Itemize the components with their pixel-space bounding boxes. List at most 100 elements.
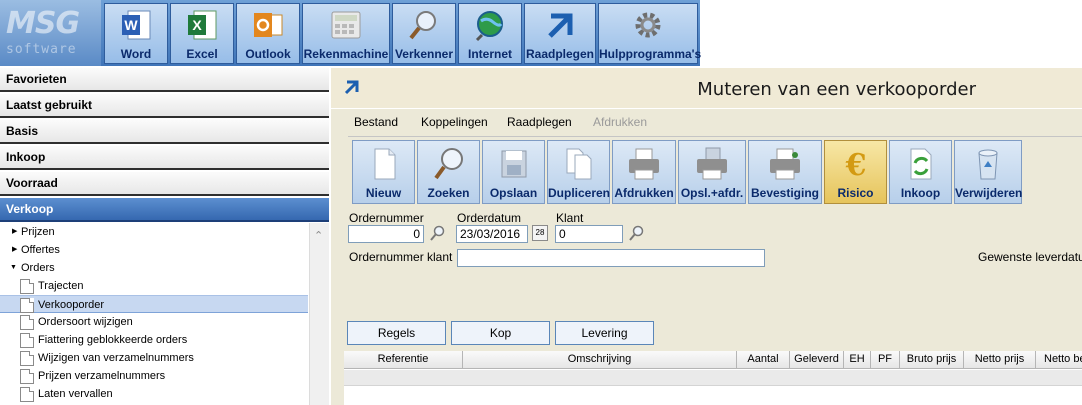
grid-new-row[interactable] bbox=[344, 370, 1082, 386]
launch-word-label: Word bbox=[120, 47, 152, 61]
nav-section-favorieten[interactable]: Favorieten bbox=[0, 68, 329, 92]
tab-kop[interactable]: Kop bbox=[451, 321, 550, 345]
column-header-omschrijving[interactable]: Omschrijving bbox=[463, 351, 737, 369]
nav-item-label: Orders bbox=[21, 262, 55, 274]
orderdatum-field[interactable] bbox=[456, 225, 528, 243]
nav-item-ordersoort-wijzigen[interactable]: Ordersoort wijzigen bbox=[0, 313, 308, 331]
recycle-bin-icon bbox=[978, 149, 998, 180]
ordernummer-lookup-icon[interactable] bbox=[429, 225, 445, 241]
bevestiging-label: Bevestiging bbox=[750, 186, 819, 200]
nav-scrollbar[interactable]: ⌃ bbox=[309, 223, 329, 405]
inkoop-label: Inkoop bbox=[900, 186, 941, 200]
navigation-panel: Favorieten Laatst gebruikt Basis Inkoop … bbox=[0, 68, 329, 405]
nav-item-label: Prijzen bbox=[21, 226, 55, 238]
launch-raadplegen-label: Raadplegen bbox=[525, 47, 594, 61]
ordernummer-field[interactable] bbox=[348, 225, 424, 243]
launcher-bar: MSG software W Word X Excel Outlook Reke… bbox=[0, 0, 1082, 66]
nav-section-basis[interactable]: Basis bbox=[0, 120, 329, 144]
opslaan-label: Opslaan bbox=[489, 186, 538, 200]
ordernummer-klant-label: Ordernummer klant bbox=[349, 250, 453, 264]
menu-koppelingen[interactable]: Koppelingen bbox=[421, 115, 488, 129]
word-icon: W bbox=[122, 10, 151, 40]
inkoop-button[interactable]: Inkoop bbox=[889, 140, 952, 204]
nav-item-trajecten[interactable]: Trajecten bbox=[0, 277, 308, 295]
gear-icon bbox=[635, 12, 661, 38]
nav-section-voorraad[interactable]: Voorraad bbox=[0, 172, 329, 196]
nav-item-verkooporder[interactable]: Verkooporder bbox=[0, 295, 308, 313]
collapsed-arrow-icon: ▶ bbox=[12, 246, 18, 253]
orderdatum-label: Orderdatum bbox=[457, 211, 522, 225]
column-header-pf[interactable]: PF bbox=[871, 351, 900, 369]
explorer-icon bbox=[409, 11, 436, 40]
zoeken-label: Zoeken bbox=[427, 186, 470, 200]
klant-label: Klant bbox=[556, 211, 584, 225]
launch-internet-button[interactable]: Internet bbox=[458, 3, 522, 64]
column-header-netto-bedrag[interactable]: Netto be bbox=[1036, 351, 1082, 369]
ordernummer-klant-field[interactable] bbox=[457, 249, 765, 267]
opslaan-afdrukken-label: Opsl.+afdr. bbox=[680, 186, 744, 200]
nav-item-prijzen-verzamelnummers[interactable]: Prijzen verzamelnummers bbox=[0, 367, 308, 385]
nav-item-label: Trajecten bbox=[38, 280, 84, 292]
launch-word-button[interactable]: W Word bbox=[104, 3, 168, 64]
bevestiging-button[interactable]: Bevestiging bbox=[748, 140, 822, 204]
nav-item-wijzigen-verzamelnummers[interactable]: Wijzigen van verzamelnummers bbox=[0, 349, 308, 367]
arrow-icon bbox=[548, 13, 573, 38]
document-icon bbox=[20, 351, 34, 366]
tab-regels[interactable]: Regels bbox=[347, 321, 446, 345]
column-header-geleverd[interactable]: Geleverd bbox=[790, 351, 844, 369]
menu-bestand[interactable]: Bestand bbox=[354, 115, 398, 129]
nav-item-label: Offertes bbox=[21, 244, 60, 256]
column-header-aantal[interactable]: Aantal bbox=[737, 351, 790, 369]
column-header-netto-prijs[interactable]: Netto prijs bbox=[964, 351, 1036, 369]
klant-lookup-icon[interactable] bbox=[628, 225, 644, 241]
launch-hulpprogrammas-button[interactable]: Hulpprogramma's bbox=[598, 3, 701, 64]
excel-icon: X bbox=[188, 10, 217, 40]
opslaan-afdrukken-button[interactable]: Opsl.+afdr. bbox=[678, 140, 746, 204]
menu-raadplegen[interactable]: Raadplegen bbox=[507, 115, 572, 129]
launch-raadplegen-button[interactable]: Raadplegen bbox=[524, 3, 596, 64]
launch-calculator-label: Rekenmachine bbox=[303, 47, 389, 61]
logo-subtext: software bbox=[6, 42, 77, 57]
risico-button[interactable]: € Risico bbox=[824, 140, 887, 204]
column-header-referentie[interactable]: Referentie bbox=[344, 351, 463, 369]
expanded-arrow-icon: ▼ bbox=[10, 264, 17, 271]
nav-section-laatst-gebruikt[interactable]: Laatst gebruikt bbox=[0, 94, 329, 118]
nav-item-laten-vervallen[interactable]: Laten vervallen bbox=[0, 385, 308, 403]
order-lines-grid[interactable]: Referentie Omschrijving Aantal Geleverd … bbox=[344, 351, 1082, 405]
column-header-bruto-prijs[interactable]: Bruto prijs bbox=[900, 351, 964, 369]
klant-field[interactable] bbox=[555, 225, 623, 243]
scroll-up-arrow-icon[interactable]: ⌃ bbox=[314, 229, 323, 242]
document-icon bbox=[20, 315, 34, 330]
printer-icon bbox=[629, 148, 659, 180]
afdrukken-button[interactable]: Afdrukken bbox=[612, 140, 676, 204]
launch-explorer-button[interactable]: Verkenner bbox=[392, 3, 456, 64]
nav-item-offertes[interactable]: ▶ Offertes bbox=[0, 241, 308, 259]
launch-calculator-button[interactable]: Rekenmachine bbox=[302, 3, 390, 64]
globe-icon bbox=[475, 11, 503, 42]
nav-item-prijzen[interactable]: ▶ Prijzen bbox=[0, 223, 308, 241]
column-header-eh[interactable]: EH bbox=[844, 351, 871, 369]
calendar-icon[interactable]: 28 bbox=[532, 225, 548, 241]
nieuw-button[interactable]: Nieuw bbox=[352, 140, 415, 204]
confirmation-printer-icon bbox=[770, 148, 800, 180]
opslaan-button[interactable]: Opslaan bbox=[482, 140, 545, 204]
nav-tree: ▶ Prijzen ▶ Offertes ▼ Orders Trajecten … bbox=[0, 223, 329, 405]
nav-item-orders[interactable]: ▼ Orders bbox=[0, 259, 308, 277]
order-form-window: Muteren van een verkooporder Bestand Kop… bbox=[331, 68, 1082, 405]
launch-outlook-button[interactable]: Outlook bbox=[236, 3, 300, 64]
zoeken-button[interactable]: Zoeken bbox=[417, 140, 480, 204]
dupliceren-button[interactable]: Dupliceren bbox=[547, 140, 610, 204]
svg-text:W: W bbox=[124, 17, 138, 33]
document-icon bbox=[20, 333, 34, 348]
document-icon bbox=[20, 279, 34, 294]
nav-item-fiattering[interactable]: Fiattering geblokkeerde orders bbox=[0, 331, 308, 349]
nav-section-inkoop[interactable]: Inkoop bbox=[0, 146, 329, 170]
nav-section-verkoop[interactable]: Verkoop bbox=[0, 198, 329, 222]
svg-text:€: € bbox=[844, 148, 866, 183]
svg-text:X: X bbox=[192, 17, 202, 33]
nav-item-label: Wijzigen van verzamelnummers bbox=[38, 352, 194, 364]
launch-excel-button[interactable]: X Excel bbox=[170, 3, 234, 64]
tab-levering[interactable]: Levering bbox=[555, 321, 654, 345]
verwijderen-button[interactable]: Verwijderen bbox=[954, 140, 1022, 204]
nav-item-label: Fiattering geblokkeerde orders bbox=[38, 334, 188, 346]
